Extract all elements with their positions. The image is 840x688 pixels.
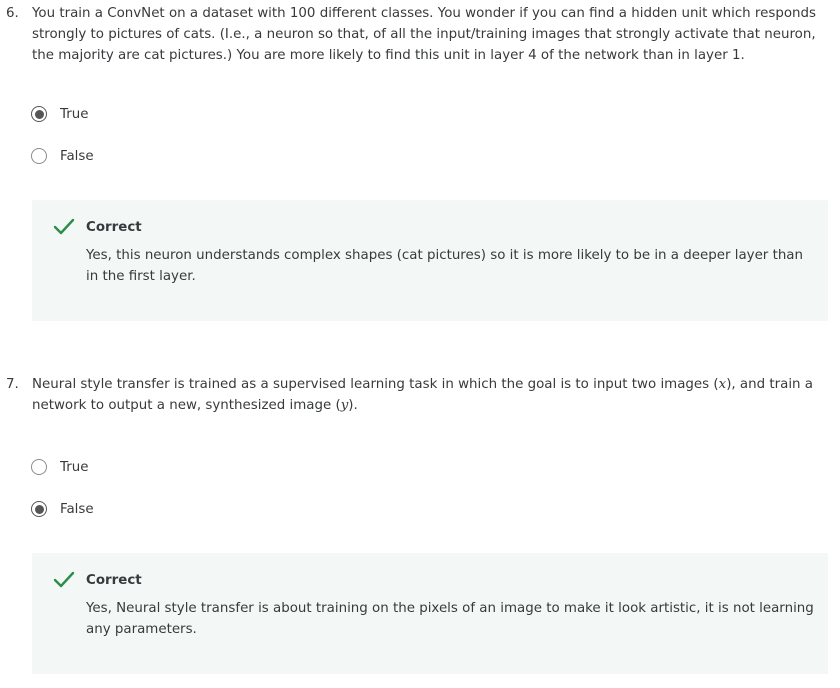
- radio-button[interactable]: [31, 148, 47, 164]
- option-label: False: [60, 501, 94, 517]
- question-text-part: Neural style transfer is trained as a su…: [32, 377, 719, 392]
- feedback-text: Yes, this neuron understands complex sha…: [86, 248, 803, 284]
- option-label: False: [60, 148, 94, 164]
- question-text: Neural style transfer is trained as a su…: [32, 374, 822, 416]
- radio-button[interactable]: [31, 459, 47, 475]
- question-number: 6.: [6, 6, 19, 21]
- question-text-part: ).: [348, 398, 358, 413]
- feedback-text: Yes, Neural style transfer is about trai…: [86, 601, 814, 637]
- option-true[interactable]: True: [31, 103, 88, 125]
- feedback-box: Correct Yes, this neuron understands com…: [32, 200, 828, 321]
- option-false[interactable]: False: [31, 498, 94, 520]
- feedback-box: Correct Yes, Neural style transfer is ab…: [32, 553, 828, 674]
- question-text: You train a ConvNet on a dataset with 10…: [32, 6, 817, 63]
- option-false[interactable]: False: [31, 145, 94, 167]
- feedback-title: Correct: [86, 573, 142, 588]
- feedback-title: Correct: [86, 220, 142, 235]
- option-label: True: [60, 106, 89, 122]
- question-number: 7.: [6, 377, 19, 392]
- checkmark-icon: [53, 571, 75, 588]
- option-true[interactable]: True: [31, 456, 88, 478]
- radio-button-selected[interactable]: [31, 106, 47, 122]
- checkmark-icon: [53, 218, 75, 235]
- radio-button-selected[interactable]: [31, 501, 47, 517]
- option-label: True: [60, 459, 89, 475]
